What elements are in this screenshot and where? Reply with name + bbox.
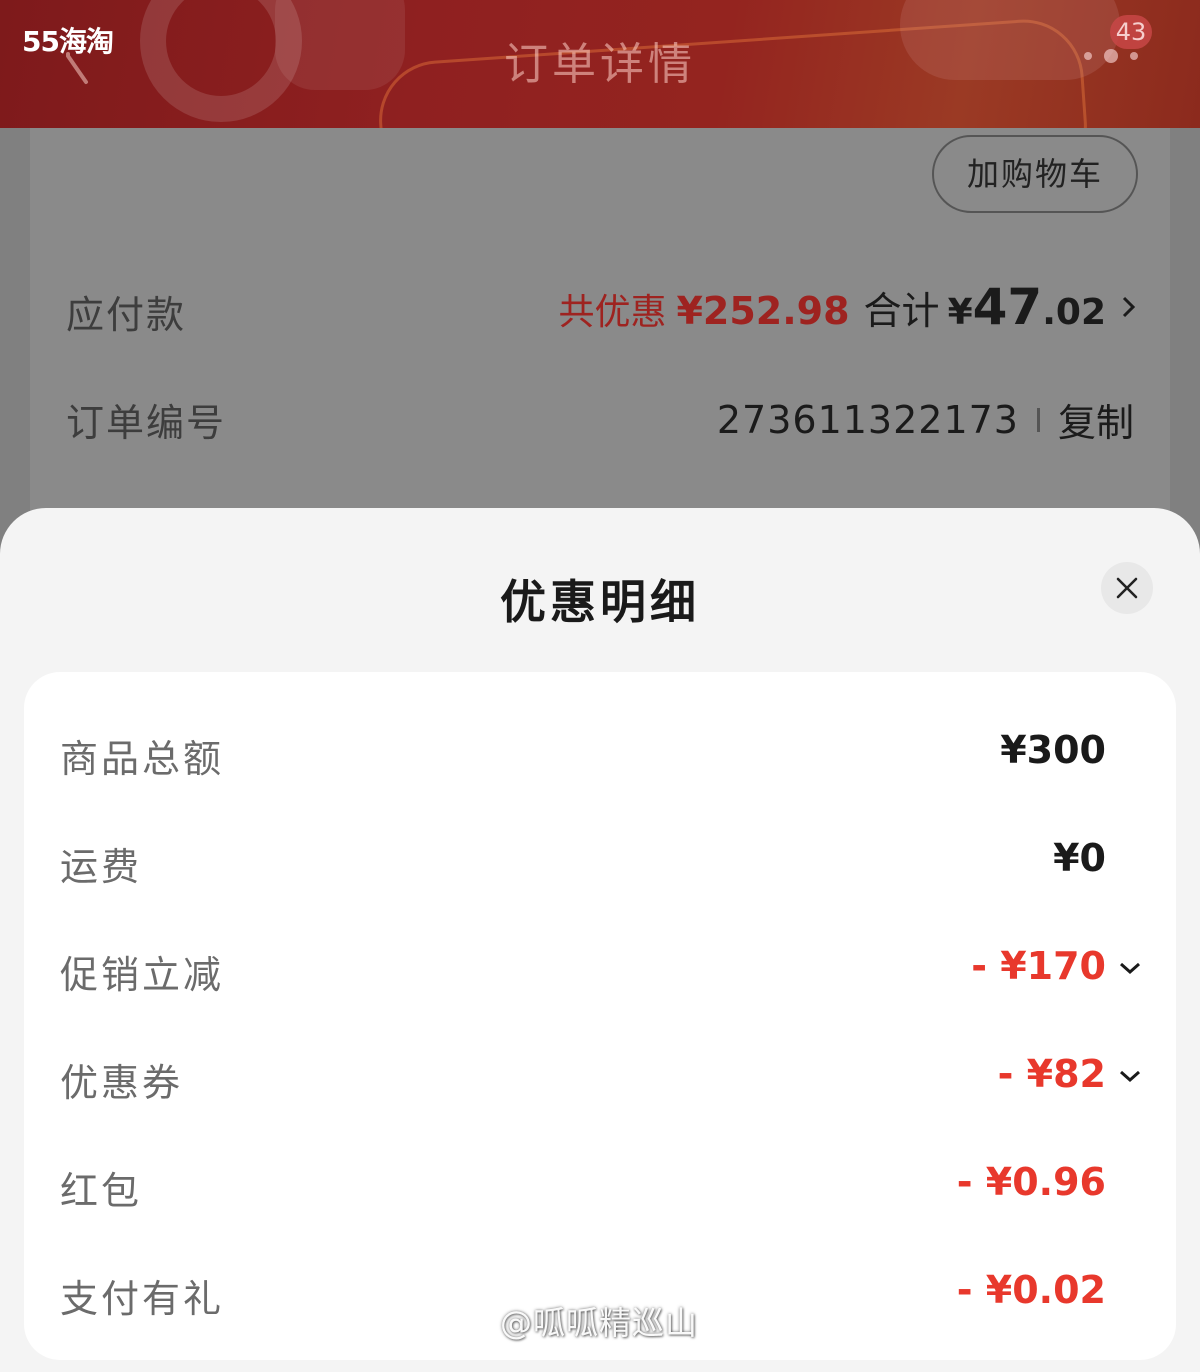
divider (1036, 407, 1040, 432)
sheet-title: 优惠明细 (500, 575, 700, 629)
watermark: @呱呱精巡山 (500, 1304, 699, 1342)
copy-button[interactable]: 复制 (1058, 392, 1134, 447)
list-item: 商品总额 ¥300 (24, 722, 1176, 782)
chevron-down-icon[interactable] (1118, 960, 1142, 976)
close-icon (1116, 577, 1138, 599)
item-value: - ¥0.02 (956, 1268, 1106, 1312)
discount-detail-card: 商品总额 ¥300 运费 ¥0 促销立减 - ¥170 优惠券 - ¥82 红包… (24, 672, 1176, 1360)
list-item: 红包 - ¥0.96 (24, 1154, 1176, 1214)
total-currency: ¥ (947, 292, 973, 333)
item-label: 支付有礼 (60, 1277, 225, 1321)
item-value: ¥300 (1000, 728, 1106, 772)
item-label: 运费 (60, 845, 143, 889)
order-number-group: 273611322173 复制 (717, 392, 1134, 447)
item-label: 红包 (60, 1169, 143, 1213)
discount-detail-sheet: 优惠明细 商品总额 ¥300 运费 ¥0 促销立减 - ¥170 优惠券 - ¥… (0, 508, 1200, 1372)
payable-label: 应付款 (66, 293, 187, 337)
total-discount-value: ¥252.98 (676, 289, 850, 333)
message-count-badge: 43 (1110, 15, 1152, 49)
more-options-icon[interactable] (1082, 46, 1144, 66)
item-label: 促销立减 (60, 953, 225, 997)
total-discount-label: 共优惠 (558, 292, 667, 333)
total-label: 合计 (863, 289, 940, 333)
total-integer: 47 (972, 278, 1043, 336)
item-value: - ¥170 (971, 944, 1106, 988)
payment-summary[interactable]: 共优惠 ¥252.98 合计 ¥ 47 .02 (558, 278, 1138, 336)
item-label: 商品总额 (60, 737, 225, 781)
list-item-expandable[interactable]: 优惠券 - ¥82 (24, 1046, 1176, 1106)
total-decimal: .02 (1042, 292, 1106, 333)
chevron-right-icon (1122, 296, 1136, 318)
page-title: 订单详情 (504, 39, 696, 90)
close-button[interactable] (1101, 562, 1153, 614)
add-to-cart-button[interactable]: 加购物车 (932, 135, 1138, 213)
item-value: ¥0 (1053, 836, 1106, 880)
order-number: 273611322173 (716, 397, 1019, 442)
order-number-label: 订单编号 (66, 401, 227, 445)
list-item-expandable[interactable]: 促销立减 - ¥170 (24, 938, 1176, 998)
chevron-down-icon[interactable] (1118, 1068, 1142, 1084)
item-value: - ¥0.96 (956, 1160, 1106, 1204)
item-label: 优惠券 (60, 1061, 184, 1105)
item-value: - ¥82 (997, 1052, 1106, 1096)
list-item: 运费 ¥0 (24, 830, 1176, 890)
